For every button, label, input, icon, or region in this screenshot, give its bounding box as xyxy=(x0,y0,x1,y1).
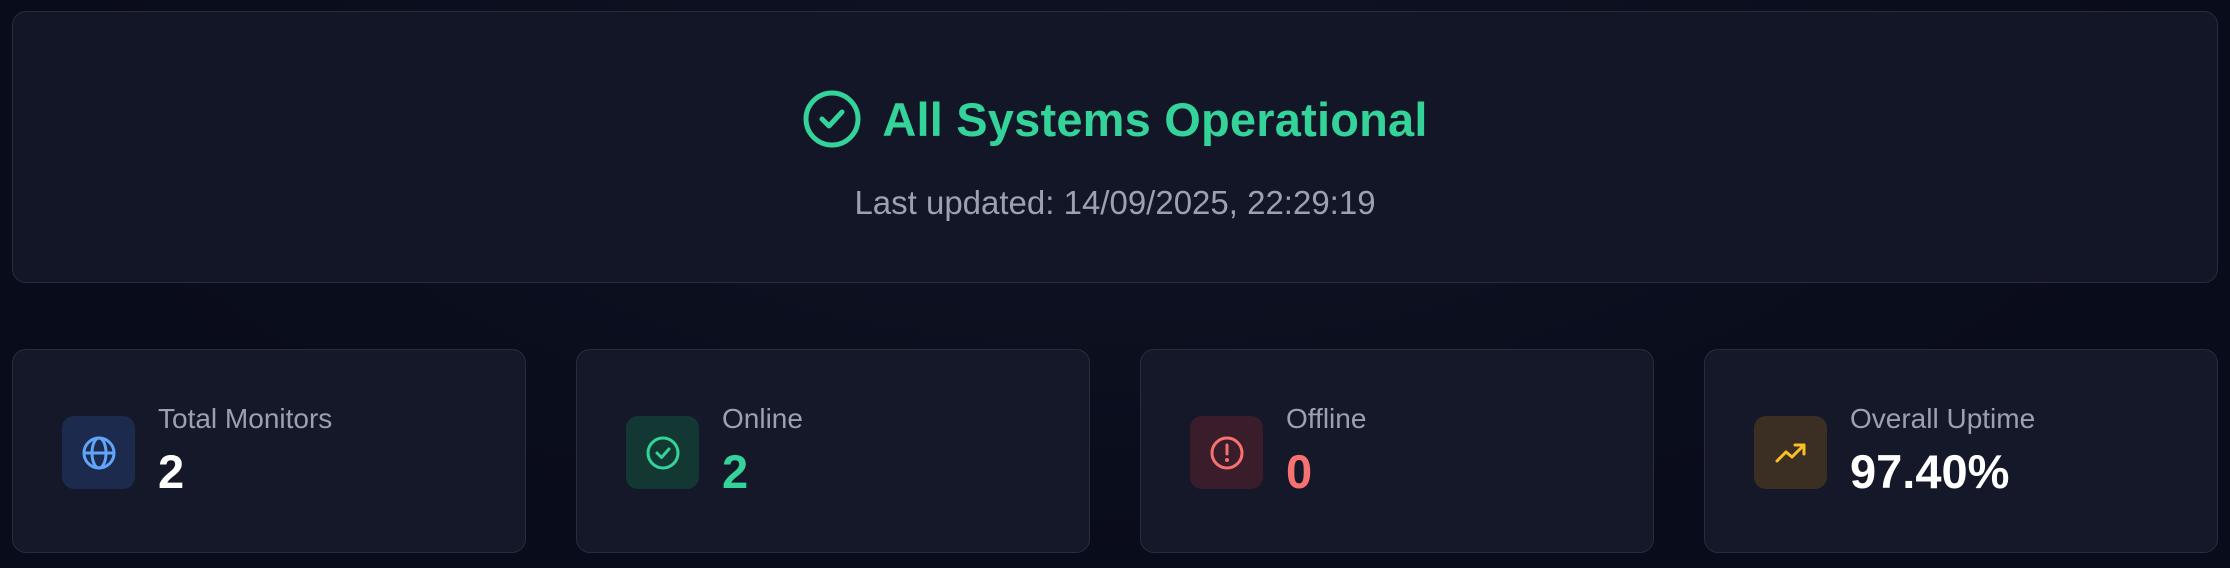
stat-card-total-monitors: Total Monitors 2 xyxy=(12,349,526,553)
stat-value: 2 xyxy=(722,445,749,498)
globe-icon xyxy=(62,416,135,489)
stat-card-offline: Offline 0 xyxy=(1140,349,1654,553)
stat-label: Total Monitors xyxy=(158,403,333,434)
stat-label: Overall Uptime xyxy=(1850,403,2036,434)
alert-circle-icon xyxy=(1190,416,1263,489)
stat-card-overall-uptime: Overall Uptime 97.40% xyxy=(1704,349,2218,553)
status-header: All Systems Operational xyxy=(13,88,2217,150)
stats-cards: Total Monitors 2 Online 2 Offline 0 Over… xyxy=(12,349,2218,553)
stat-value: 97.40% xyxy=(1850,445,2010,498)
status-page: All Systems Operational Last updated: 14… xyxy=(0,0,2230,568)
stat-card-online: Online 2 xyxy=(576,349,1090,553)
status-banner: All Systems Operational Last updated: 14… xyxy=(12,11,2218,283)
status-title: All Systems Operational xyxy=(882,92,1428,146)
stat-value: 0 xyxy=(1286,445,1313,498)
stat-label: Online xyxy=(722,403,803,434)
trending-up-icon xyxy=(1754,416,1827,489)
last-updated-text: Last updated: 14/09/2025, 22:29:19 xyxy=(854,184,1376,221)
check-circle-icon xyxy=(802,89,862,149)
check-circle-icon xyxy=(626,416,699,489)
stat-label: Offline xyxy=(1286,403,1367,434)
stat-value: 2 xyxy=(158,445,185,498)
